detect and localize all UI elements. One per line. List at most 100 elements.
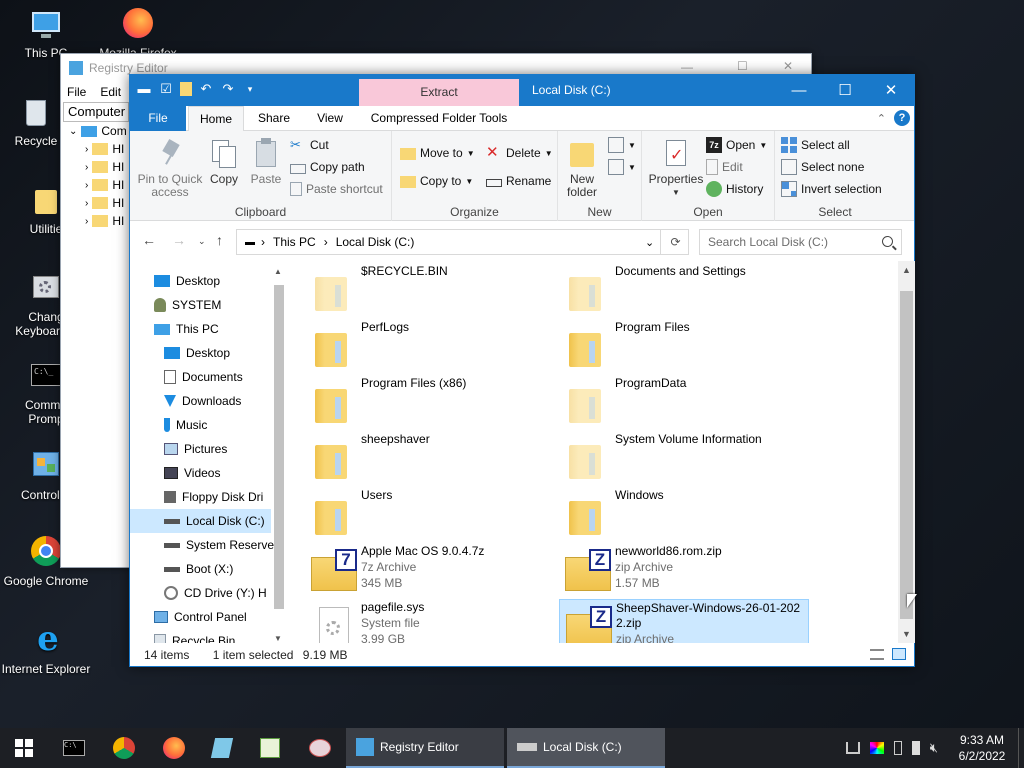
move-to-button[interactable]: Move to ▼ [400, 143, 475, 163]
taskbar-notepad[interactable] [198, 728, 246, 768]
paste-shortcut-button[interactable]: Paste shortcut [290, 179, 383, 199]
select-all-button[interactable]: Select all [781, 135, 850, 155]
nav-item[interactable]: Local Disk (C:) [130, 509, 271, 533]
cut-button[interactable]: ✂ Cut [290, 135, 329, 155]
undo-icon[interactable]: ↶ [198, 81, 214, 97]
new-folder-button[interactable]: New folder [562, 137, 602, 199]
collapse-ribbon-icon[interactable]: ⌃ [877, 112, 886, 125]
volume-muted-icon[interactable]: 🔇︎ [930, 740, 938, 756]
explorer-window[interactable]: ▬ ☑ ↶ ↷ ▾ Extract Local Disk (C:) — ☐ ✕ … [129, 74, 915, 667]
scrollbar-thumb[interactable] [274, 285, 284, 609]
pin-quick-access-button[interactable]: Pin to Quick access [136, 137, 204, 199]
customize-toolbar-icon[interactable]: ▾ [242, 81, 258, 97]
file-item[interactable]: Program Files (x86) [305, 375, 555, 429]
file-item[interactable]: $RECYCLE.BIN [305, 263, 555, 317]
battery-icon[interactable] [911, 741, 920, 755]
address-bar[interactable]: ▬ › This PC › Local Disk (C:) ⌄ [236, 229, 689, 255]
nav-item[interactable]: Pictures [130, 437, 271, 461]
nav-item[interactable]: Desktop [130, 269, 271, 293]
nav-item[interactable]: Control Panel [130, 605, 271, 629]
explorer-title-bar[interactable]: ▬ ☑ ↶ ↷ ▾ Extract Local Disk (C:) — ☐ ✕ [130, 75, 914, 106]
file-item[interactable]: Documents and Settings [559, 263, 809, 317]
forward-button[interactable]: → [172, 232, 186, 248]
delete-button[interactable]: ✕ Delete ▼ [486, 143, 553, 163]
redo-icon[interactable]: ↷ [220, 81, 236, 97]
file-item[interactable]: Z SheepShaver-Windows-26-01-2022.zip zip A… [559, 599, 809, 643]
taskbar-firefox[interactable] [150, 728, 198, 768]
taskbar-task-local-disk[interactable]: Local Disk (C:) [507, 728, 665, 768]
scroll-up-icon[interactable]: ▲ [902, 265, 911, 275]
nav-item[interactable]: Desktop [130, 341, 271, 365]
easy-access-button[interactable]: ▼ [608, 157, 636, 177]
history-button[interactable]: History [706, 179, 763, 199]
extract-context-tab[interactable]: Extract [359, 79, 519, 106]
large-icons-view-icon[interactable] [892, 648, 906, 660]
tab-home[interactable]: Home [188, 106, 244, 132]
edit-button[interactable]: Edit [706, 157, 743, 177]
help-icon[interactable]: ? [894, 110, 910, 126]
close-icon[interactable]: ✕ [783, 59, 793, 73]
new-folder-quick-icon[interactable] [180, 82, 192, 96]
registry-address-bar[interactable]: Computer [63, 102, 129, 122]
nav-item[interactable]: System Reserve [130, 533, 274, 557]
taskbar-paint[interactable] [296, 728, 344, 768]
show-desktop-button[interactable] [1018, 728, 1024, 768]
file-item[interactable]: pagefile.sys System file 3.99 GB [305, 599, 555, 643]
recent-locations-button[interactable]: ⌄ [198, 236, 206, 247]
scroll-down-icon[interactable]: ▼ [274, 634, 282, 643]
nav-item[interactable]: CD Drive (Y:) H [130, 581, 271, 605]
file-item[interactable]: Program Files [559, 319, 809, 373]
back-button[interactable]: ← [142, 232, 156, 248]
close-button[interactable]: ✕ [868, 75, 914, 106]
scrollbar-thumb[interactable] [900, 291, 913, 619]
nav-item[interactable]: This PC [130, 317, 271, 341]
tab-file[interactable]: File [130, 106, 186, 131]
file-item[interactable]: 7 Apple Mac OS 9.0.4.7z 7z Archive 345 MB [305, 543, 555, 597]
file-list-scrollbar[interactable]: ▲ ▼ [898, 261, 915, 643]
select-none-button[interactable]: Select none [781, 157, 864, 177]
file-item[interactable]: Users [305, 487, 555, 541]
nav-item[interactable]: Documents [130, 365, 271, 389]
nav-item[interactable]: Downloads [130, 389, 271, 413]
nav-item[interactable]: Music [130, 413, 271, 437]
up-button[interactable]: ↑ [216, 232, 223, 248]
properties-button[interactable]: ✓ Properties ▼ [646, 137, 706, 199]
invert-selection-button[interactable]: Invert selection [781, 179, 882, 199]
scroll-up-icon[interactable]: ▲ [274, 267, 282, 276]
file-item[interactable]: Windows [559, 487, 809, 541]
minimize-icon[interactable]: — [681, 60, 693, 74]
taskbar-task-manager[interactable] [246, 728, 294, 768]
minimize-button[interactable]: — [776, 75, 822, 106]
file-item[interactable]: Znewworld86.rom.zip zip Archive 1.57 MB [559, 543, 809, 597]
taskbar-task-registry-editor[interactable]: Registry Editor [346, 728, 504, 768]
tab-compressed-folder-tools[interactable]: Compressed Folder Tools [359, 106, 519, 131]
registry-menu-edit[interactable]: Edit [100, 85, 121, 99]
clock[interactable]: 9:33 AM 6/2/2022 [946, 732, 1018, 764]
start-button[interactable] [0, 728, 48, 768]
maximize-icon[interactable]: ☐ [737, 59, 748, 73]
copy-button[interactable]: Copy [206, 137, 242, 186]
search-input[interactable]: Search Local Disk (C:) [699, 229, 902, 255]
nav-item[interactable]: Videos [130, 461, 271, 485]
file-item[interactable]: PerfLogs [305, 319, 555, 373]
file-item[interactable]: ProgramData [559, 375, 809, 429]
registry-menu-file[interactable]: File [67, 85, 86, 99]
copy-to-button[interactable]: Copy to ▼ [400, 171, 473, 191]
nav-item[interactable]: Recycle Bin [130, 629, 271, 643]
nav-item[interactable]: Floppy Disk Dri [130, 485, 271, 509]
file-item[interactable]: sheepshaver [305, 431, 555, 485]
paste-button[interactable]: Paste [246, 137, 286, 186]
rename-button[interactable]: Rename [486, 171, 551, 191]
open-button[interactable]: 7z Open ▼ [706, 135, 767, 155]
desktop-icon-internet-explorer[interactable]: e Internet Explorer [0, 622, 92, 676]
file-item[interactable]: System Volume Information [559, 431, 809, 485]
nav-item[interactable]: SYSTEM [130, 293, 271, 317]
new-item-button[interactable]: ▼ [608, 135, 636, 155]
breadcrumb-local-disk[interactable]: Local Disk (C:) [336, 235, 415, 249]
navigation-pane-scrollbar[interactable]: ▲ ▼ [271, 267, 287, 643]
copy-path-button[interactable]: Copy path [290, 157, 365, 177]
network-icon[interactable] [845, 742, 860, 754]
taskbar-chrome[interactable] [100, 728, 148, 768]
usb-icon[interactable] [893, 741, 902, 755]
tab-view[interactable]: View [302, 106, 358, 131]
